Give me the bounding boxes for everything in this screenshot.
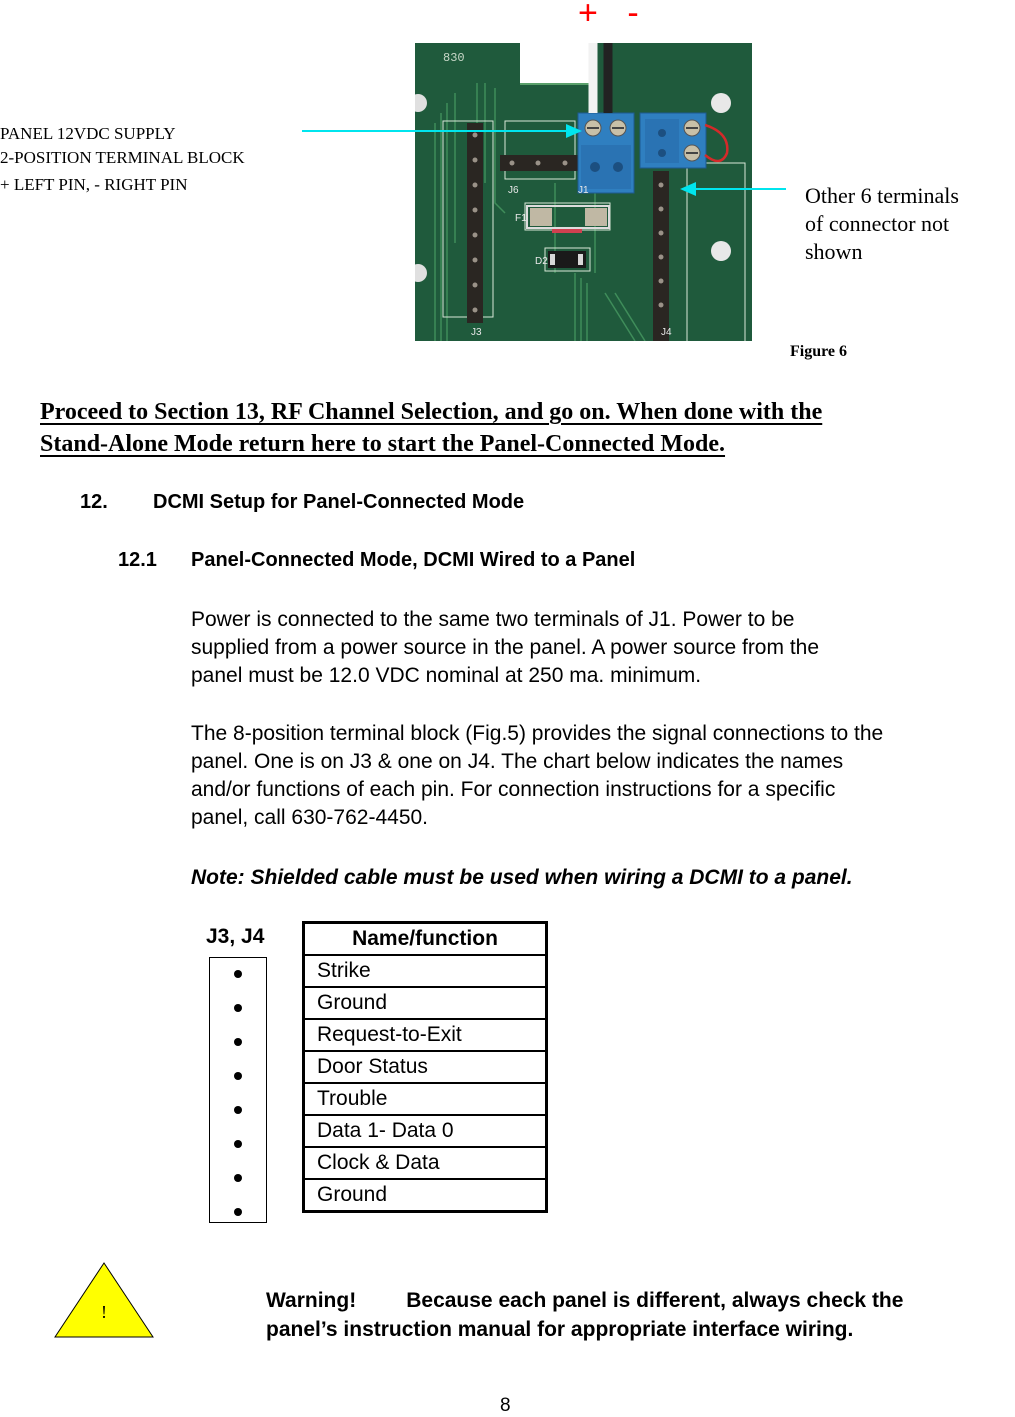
pin-bullet-icon — [234, 1072, 242, 1080]
callout-right-line: of connector not — [805, 211, 950, 236]
callout-right-line: shown — [805, 239, 863, 264]
j6-label: J6 — [508, 185, 519, 196]
paragraph-line: Power is connected to the same two termi… — [191, 608, 795, 631]
warning-label: Warning! — [266, 1289, 357, 1312]
circuit-board-drawing: 830 J3 J4 J6 J1 F1 D2 — [415, 43, 752, 341]
j4-label: J4 — [661, 327, 672, 338]
polarity-markers: + - — [578, 0, 639, 33]
shielded-cable-note: Note: Shielded cable must be used when w… — [191, 866, 853, 889]
table-row: Data 1- Data 0 — [302, 1114, 548, 1148]
pin-function: Request-to-Exit — [302, 1018, 548, 1052]
table-row: Door Status — [302, 1050, 548, 1084]
table-row: Ground — [302, 986, 548, 1020]
j1-label: J1 — [578, 185, 589, 196]
pin-bullet-icon — [234, 970, 242, 978]
table-row: Trouble — [302, 1082, 548, 1116]
j3-header — [467, 123, 483, 323]
board-id-label: 830 — [443, 51, 465, 65]
proceed-line-2: Stand-Alone Mode return here to start th… — [40, 431, 726, 457]
table-row: Clock & Data — [302, 1146, 548, 1180]
pin-function: Strike — [302, 954, 548, 988]
polarity-minus: - — [627, 0, 639, 32]
section-12-number: 12. — [80, 491, 108, 513]
pin-bullet-icon — [234, 1208, 242, 1216]
pin-function: Ground — [302, 1178, 548, 1213]
paragraph-line: panel, call 630-762-4450. — [191, 806, 429, 829]
polarity-plus: + — [578, 0, 598, 32]
page-number: 8 — [500, 1395, 511, 1416]
pin-function: Trouble — [302, 1082, 548, 1116]
callout-panel-supply: PANEL 12VDC SUPPLY 2-POSITION TERMINAL B… — [0, 120, 245, 198]
pin-column — [209, 957, 267, 1223]
callout-left-line: + LEFT PIN, - RIGHT PIN — [0, 175, 188, 194]
warning-message: Warning! Because each panel is different,… — [266, 1286, 903, 1344]
j1-terminal-block — [577, 112, 635, 194]
paragraph-line: panel. One is on J3 & one on J4. The cha… — [191, 750, 844, 773]
callout-left-line: PANEL 12VDC SUPPLY — [0, 124, 176, 143]
callout-other-terminals: Other 6 terminals of connector not shown — [805, 182, 959, 266]
callout-left-line: 2-POSITION TERMINAL BLOCK — [0, 148, 245, 167]
pin-bullet-icon — [234, 1140, 242, 1148]
warning-line-1: Because each panel is different, always … — [406, 1289, 904, 1312]
j3-label: J3 — [471, 327, 482, 338]
pin-bullet-icon — [234, 1106, 242, 1114]
pin-bullet-icon — [234, 1038, 242, 1046]
f1-label: F1 — [515, 213, 527, 224]
table-header: Name/function — [302, 921, 548, 956]
pin-function: Clock & Data — [302, 1146, 548, 1180]
circuit-board-photo: 830 J3 J4 J6 J1 F1 D2 — [415, 43, 752, 341]
pin-function-table: Name/function Strike Ground Request-to-E… — [302, 921, 548, 1213]
section-12-1-number: 12.1 — [118, 549, 157, 571]
paragraph-power: Power is connected to the same two termi… — [191, 606, 1015, 690]
section-12-title: DCMI Setup for Panel-Connected Mode — [153, 491, 525, 513]
table-row: Ground — [302, 1178, 548, 1213]
connector-label: J3, J4 — [206, 925, 265, 948]
pin-bullet-icon — [234, 1004, 242, 1012]
callout-right-line: Other 6 terminals — [805, 183, 959, 208]
paragraph-terminal-block: The 8-position terminal block (Fig.5) pr… — [191, 720, 1015, 832]
pin-bullet-icon — [234, 1174, 242, 1182]
section-12-1-title: Panel-Connected Mode, DCMI Wired to a Pa… — [191, 549, 636, 571]
proceed-line-1: Proceed to Section 13, RF Channel Select… — [40, 399, 823, 425]
warning-triangle-icon: ! — [54, 1262, 154, 1338]
pin-function: Data 1- Data 0 — [302, 1114, 548, 1148]
warning-glyph: ! — [101, 1302, 107, 1322]
figure-caption: Figure 6 — [790, 343, 848, 360]
paragraph-line: supplied from a power source in the pane… — [191, 636, 820, 659]
paragraph-line: and/or functions of each pin. For connec… — [191, 778, 836, 801]
warning-line-2: panel’s instruction manual for appropria… — [266, 1318, 854, 1341]
table-row: Strike — [302, 954, 548, 988]
d2-label: D2 — [535, 256, 548, 267]
paragraph-line: panel must be 12.0 VDC nominal at 250 ma… — [191, 664, 702, 687]
paragraph-line: The 8-position terminal block (Fig.5) pr… — [191, 722, 884, 745]
pin-function: Ground — [302, 986, 548, 1020]
proceed-notice: Proceed to Section 13, RF Channel Select… — [40, 396, 1010, 460]
pin-function: Door Status — [302, 1050, 548, 1084]
table-row: Request-to-Exit — [302, 1018, 548, 1052]
